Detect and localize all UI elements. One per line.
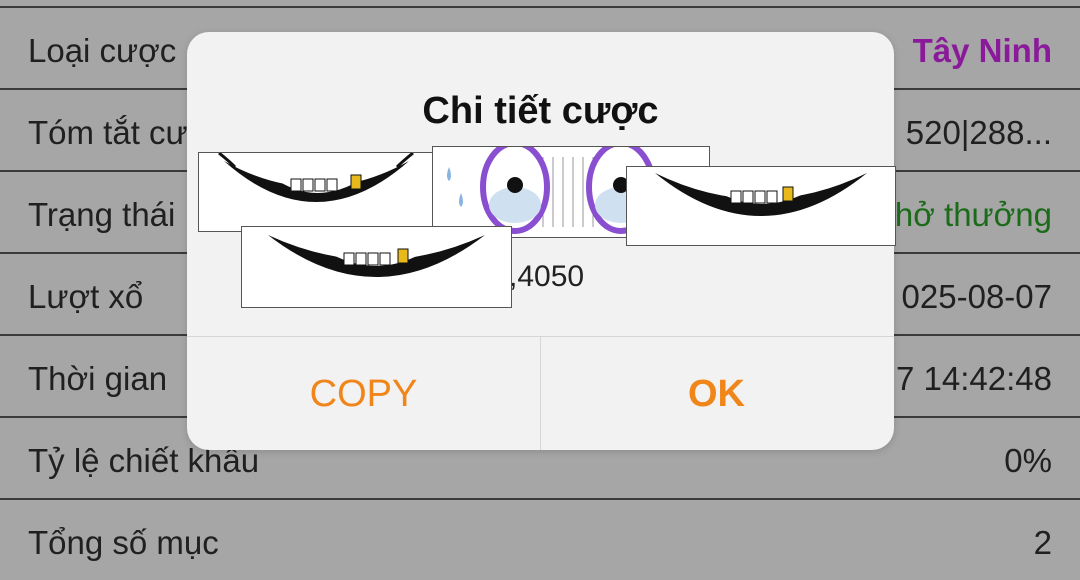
row-label: Thời gian: [28, 360, 168, 397]
row-label: Trạng thái: [28, 196, 176, 233]
smile-sticker-icon: [241, 226, 512, 308]
row-label: Lượt xổ: [28, 278, 144, 315]
row-value: hở thưởng: [894, 196, 1052, 233]
row-value: Tây Ninh: [912, 32, 1052, 69]
row-label: Loại cược: [28, 32, 177, 69]
ok-button[interactable]: OK: [540, 337, 893, 450]
smile-sticker-icon: [198, 152, 434, 232]
row-value: 520|288...: [905, 114, 1052, 151]
row-label: Tổng số mục: [28, 524, 219, 561]
copy-button[interactable]: COPY: [187, 337, 541, 450]
row-value: 2: [1033, 524, 1052, 561]
row-value: 025-08-07: [901, 278, 1052, 315]
dialog-body-text: ,4050: [509, 260, 585, 293]
smile-sticker-icon: [626, 166, 896, 246]
dialog-actions: COPY OK: [187, 336, 894, 450]
row-value: 0%: [1004, 442, 1052, 479]
row-value: 7 14:42:48: [896, 360, 1052, 397]
list-row-total: Tổng số mục 2: [0, 498, 1080, 580]
dialog-title: Chi tiết cược: [422, 90, 659, 132]
